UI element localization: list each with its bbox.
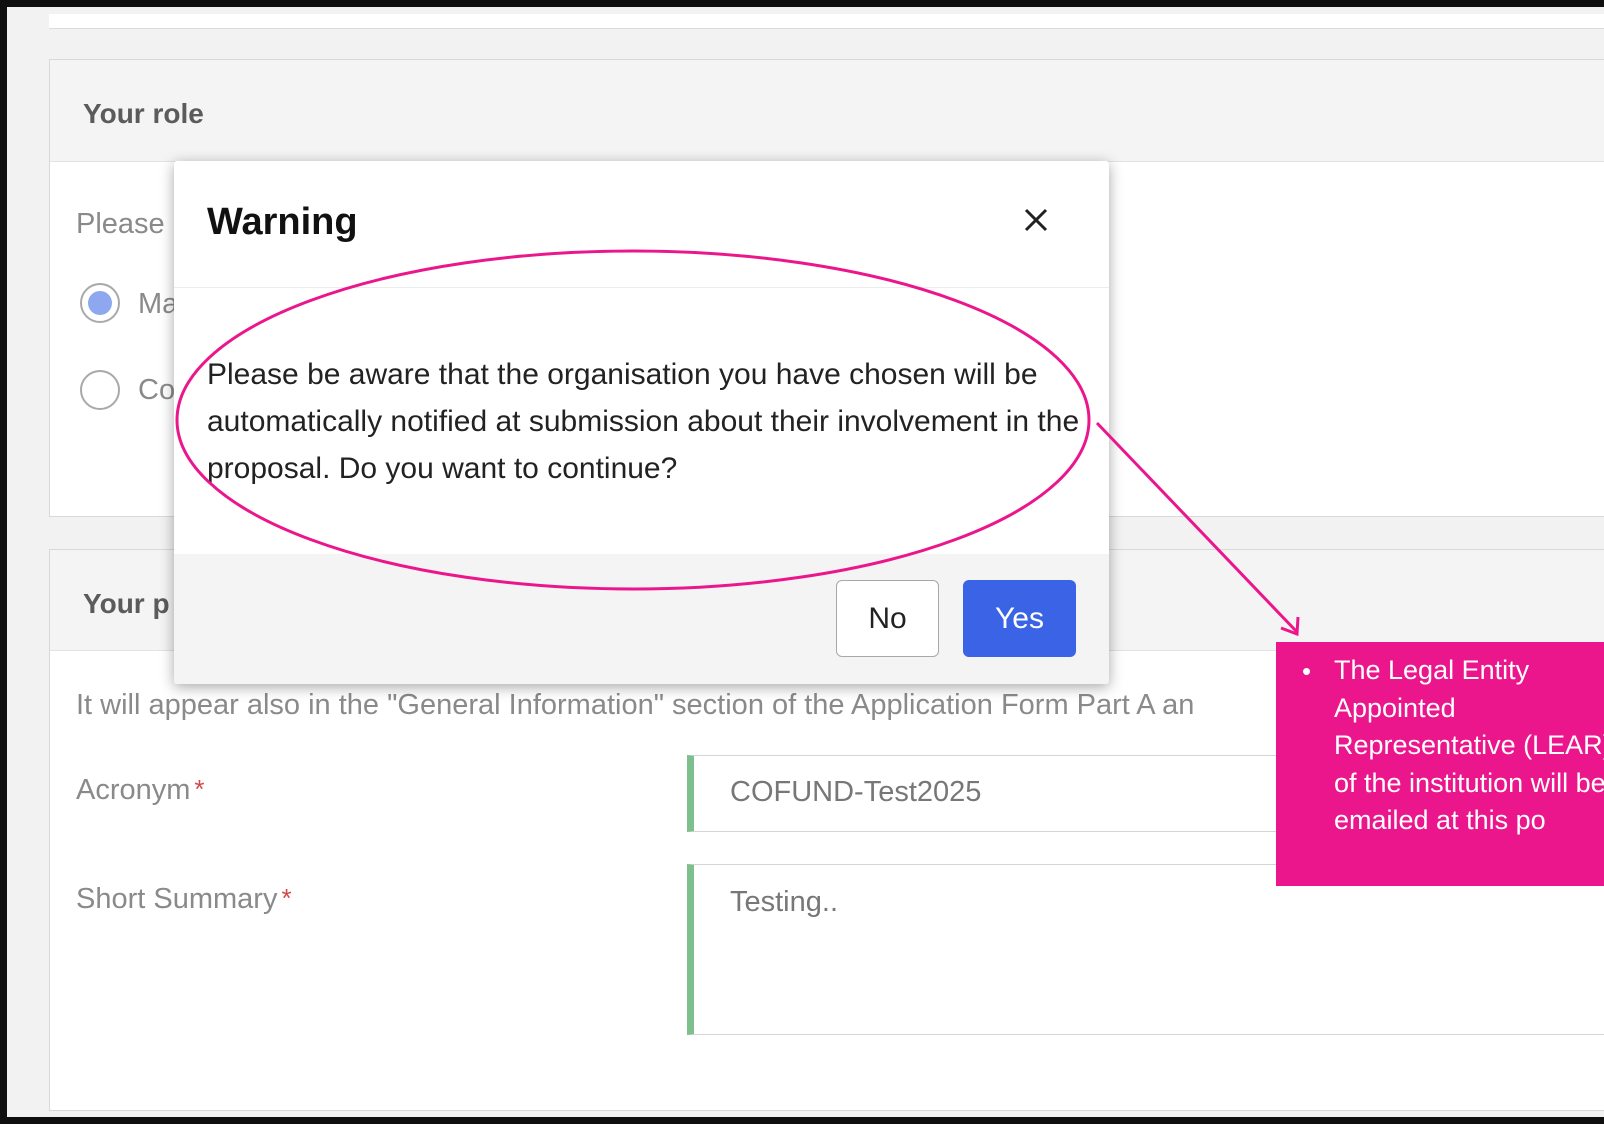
role-card-title: Your role <box>83 98 204 129</box>
acronym-value: COFUND-Test2025 <box>730 776 982 808</box>
short-summary-textarea[interactable]: Testing.. <box>687 864 1604 1035</box>
dialog-header-divider <box>174 287 1109 288</box>
radio-co-applicant[interactable] <box>80 370 120 410</box>
yes-button[interactable]: Yes <box>963 580 1076 657</box>
dialog-message: Please be aware that the organisation yo… <box>207 358 1080 485</box>
role-card-header: Your role <box>50 60 1604 162</box>
required-marker: * <box>281 883 292 913</box>
dialog-title: Warning <box>207 201 358 243</box>
radio-main-applicant[interactable] <box>80 283 120 323</box>
annotation-callout: • The Legal Entity Appointed Representat… <box>1276 642 1604 886</box>
callout-bullet: • <box>1302 656 1312 686</box>
acronym-label: Acronym * <box>76 774 205 807</box>
dialog-footer: No Yes <box>174 554 1109 684</box>
radio-selected-dot <box>88 291 112 315</box>
short-summary-label-text: Short Summary <box>76 883 278 915</box>
previous-card-edge <box>49 14 1604 29</box>
warning-dialog: Warning Please be aware that the organis… <box>174 161 1109 684</box>
radio-co-label: Co <box>138 374 176 406</box>
project-card-title: Your p <box>83 588 170 619</box>
required-marker: * <box>194 774 205 804</box>
close-icon[interactable] <box>1019 203 1053 237</box>
project-info-text: It will appear also in the "General Info… <box>76 689 1195 721</box>
radio-main-label: Ma <box>138 288 179 320</box>
callout-text: The Legal Entity Appointed Representativ… <box>1334 655 1604 835</box>
role-prompt-text: Please <box>76 208 165 240</box>
acronym-label-text: Acronym <box>76 774 191 806</box>
short-summary-label: Short Summary * <box>76 883 292 916</box>
no-button[interactable]: No <box>836 580 939 657</box>
short-summary-value: Testing.. <box>730 886 838 918</box>
